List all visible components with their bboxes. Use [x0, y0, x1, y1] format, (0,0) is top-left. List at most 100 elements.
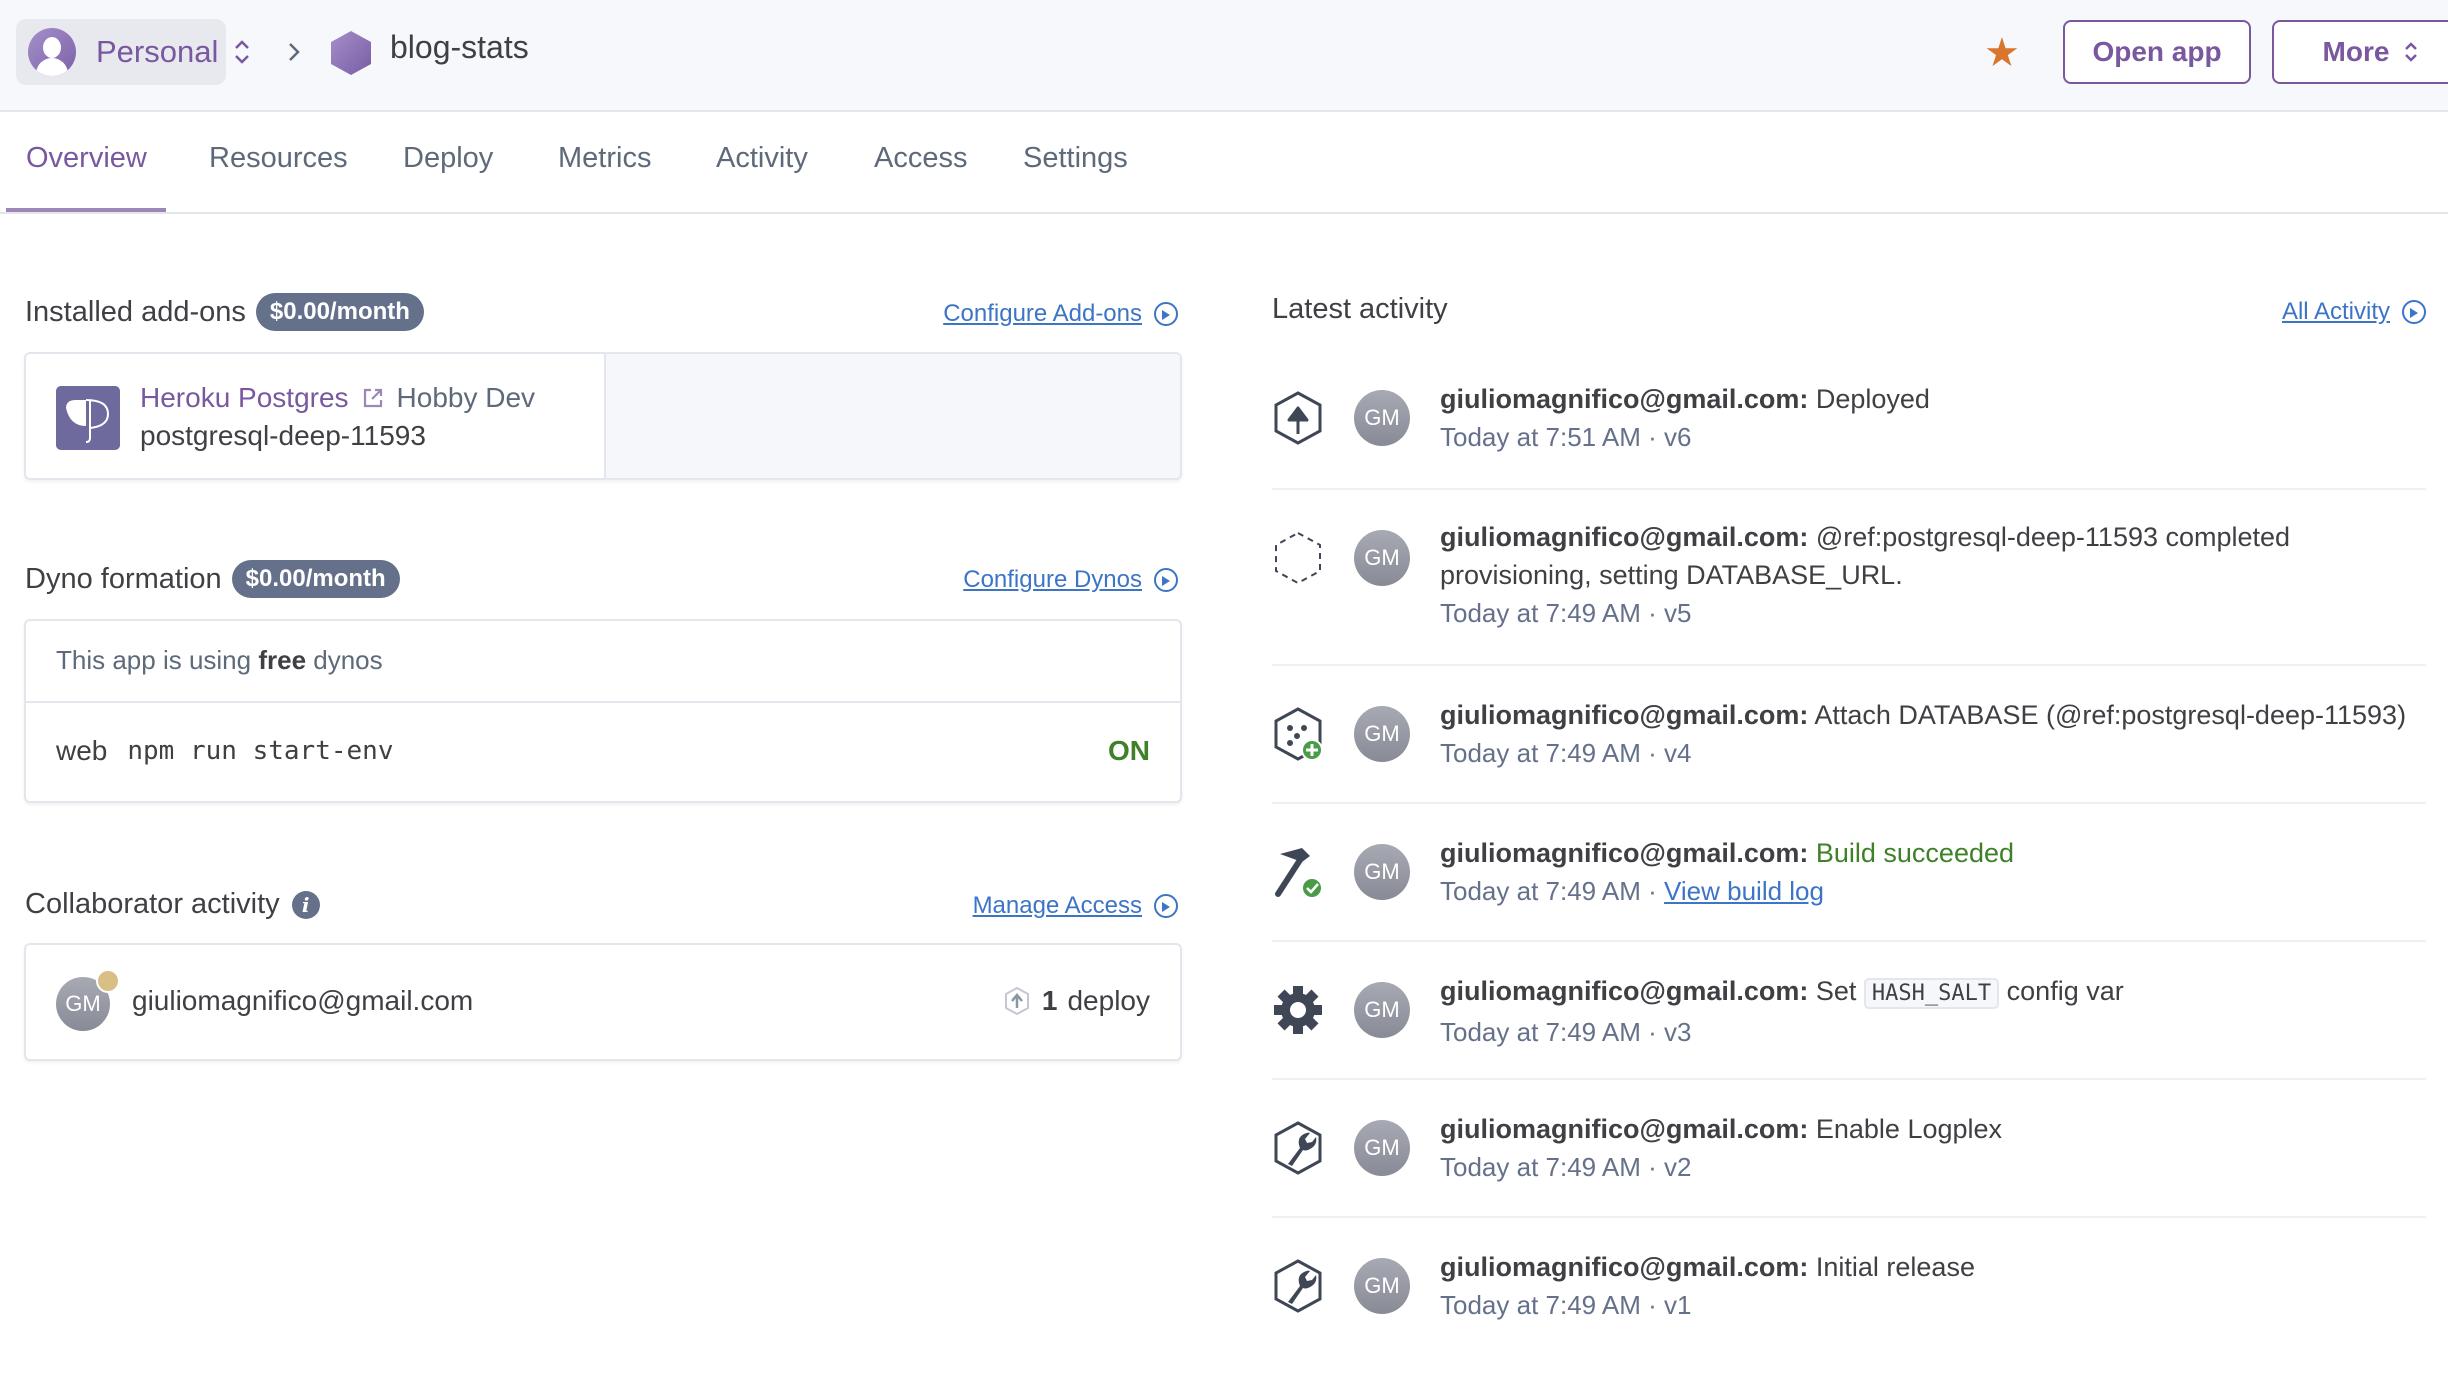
user-avatar: GM: [1354, 982, 1410, 1038]
chevron-updown-icon[interactable]: [232, 34, 252, 70]
manage-access-link[interactable]: Manage Access: [973, 892, 1178, 920]
manage-access-label: Manage Access: [972, 892, 1142, 919]
app-nav-tabs: Overview Resources Deploy Metrics Activi…: [0, 112, 2448, 214]
top-bar: Personal blog-stats ★ Open app More: [0, 0, 2448, 112]
activity-time: Today at 7:49 AM: [1440, 1017, 1641, 1047]
account-label: Personal: [96, 34, 219, 69]
tab-settings[interactable]: Settings: [1023, 142, 1128, 175]
tab-resources[interactable]: Resources: [209, 142, 348, 175]
dyno-info-prefix: This app is using: [56, 645, 259, 675]
config-var-chip: HASH_SALT: [1863, 978, 2000, 1009]
user-avatar: GM: [1354, 1120, 1410, 1176]
activity-time: Today at 7:49 AM: [1440, 876, 1641, 906]
tab-activity[interactable]: Activity: [716, 142, 808, 175]
app-name[interactable]: blog-stats: [390, 29, 529, 66]
configure-dynos-link[interactable]: Configure Dynos: [963, 566, 1178, 594]
tab-overview[interactable]: Overview: [26, 142, 147, 175]
favorite-star-icon[interactable]: ★: [1984, 30, 2020, 76]
user-avatar: GM: [1354, 530, 1410, 586]
activity-version: v3: [1664, 1017, 1692, 1047]
activity-user: giuliomagnifico@gmail.com:: [1440, 838, 1809, 868]
meta-separator: ·: [1640, 876, 1665, 906]
breadcrumb-chevron-right-icon: [289, 43, 300, 61]
addon-attach-icon: [1274, 707, 1323, 761]
external-link-icon[interactable]: [361, 386, 385, 410]
collaborator-email: giuliomagnifico@gmail.com: [132, 985, 474, 1016]
deploy-count: 1: [1041, 985, 1058, 1016]
more-button[interactable]: More: [2272, 20, 2448, 84]
activity-text: Build succeeded: [1815, 838, 2015, 868]
user-avatar: GM: [1354, 844, 1410, 900]
activity-item: GM giuliomagnifico@gmail.com: @ref:postg…: [1272, 490, 2426, 666]
tab-deploy[interactable]: Deploy: [403, 142, 493, 175]
dyno-tier-info: This app is using free dynos: [26, 621, 1180, 703]
active-tab-indicator: [6, 208, 166, 212]
dyno-info-tier: free: [258, 645, 307, 675]
meta-separator: ·: [1640, 1290, 1665, 1320]
dyno-status: ON: [1108, 735, 1150, 766]
all-activity-link[interactable]: All Activity: [2282, 298, 2426, 326]
configure-addons-link[interactable]: Configure Add-ons: [943, 300, 1178, 328]
activity-time: Today at 7:49 AM: [1440, 1152, 1641, 1182]
activity-version: v6: [1664, 422, 1692, 452]
deploy-icon: [1004, 986, 1029, 1016]
dyno-row: web npm run start-env ON: [56, 735, 1150, 767]
dynos-price-badge: $0.00/month: [231, 560, 400, 598]
dynos-section-header: Dyno formation $0.00/month: [25, 560, 400, 598]
account-switcher[interactable]: Personal: [16, 19, 226, 85]
chevron-updown-icon: [2405, 42, 2418, 62]
activity-list: GM giuliomagnifico@gmail.com: Deployed T…: [1272, 350, 2426, 1356]
activity-user: giuliomagnifico@gmail.com:: [1440, 1252, 1809, 1282]
provisioning-icon: [1275, 531, 1321, 585]
tab-metrics[interactable]: Metrics: [558, 142, 651, 175]
activity-text: Deployed: [1815, 384, 1930, 414]
meta-separator: ·: [1640, 598, 1665, 628]
collaborators-title: Collaborator activity: [25, 888, 280, 920]
arrow-right-circle-icon: [1154, 894, 1178, 918]
open-app-button[interactable]: Open app: [2063, 20, 2251, 84]
dyno-type: web: [56, 735, 108, 766]
wrench-icon: [1274, 1259, 1322, 1313]
activity-version: v5: [1664, 598, 1692, 628]
activity-item: GM giuliomagnifico@gmail.com: Build succ…: [1272, 804, 2426, 942]
dyno-card: This app is using free dynos web npm run…: [24, 619, 1182, 803]
arrow-right-circle-icon: [2402, 300, 2426, 324]
info-icon[interactable]: i: [291, 890, 320, 919]
dyno-command: npm run start-env: [127, 736, 394, 766]
activity-item: GM giuliomagnifico@gmail.com: Deployed T…: [1272, 350, 2426, 490]
addon-id: postgresql-deep-11593: [140, 420, 426, 451]
activity-user: giuliomagnifico@gmail.com:: [1440, 700, 1809, 730]
dyno-info-suffix: dynos: [306, 645, 383, 675]
collaborators-section-header: Collaborator activity i: [25, 888, 320, 921]
activity-text-suffix: config var: [2006, 976, 2124, 1006]
heroku-postgres-logo-icon: [56, 386, 120, 450]
user-avatar: GM: [1354, 706, 1410, 762]
addon-name-link[interactable]: Heroku Postgres: [140, 382, 349, 414]
activity-user: giuliomagnifico@gmail.com:: [1440, 1114, 1809, 1144]
deploy-icon: [1274, 391, 1322, 445]
personal-avatar-icon: [28, 28, 76, 76]
build-success-icon: [1275, 848, 1323, 899]
activity-item: GM giuliomagnifico@gmail.com: Initial re…: [1272, 1218, 2426, 1356]
user-avatar: GM: [1354, 1258, 1410, 1314]
deploy-unit: deploy: [1067, 985, 1150, 1016]
addon-title-row: Heroku Postgres Hobby Dev: [140, 382, 535, 414]
activity-version: v1: [1664, 1290, 1692, 1320]
view-build-log-link[interactable]: View build log: [1664, 876, 1824, 906]
meta-separator: ·: [1640, 422, 1665, 452]
addons-section-header: Installed add-ons $0.00/month: [25, 293, 424, 331]
activity-text-prefix: Set: [1815, 976, 1857, 1006]
addons-title: Installed add-ons: [25, 295, 246, 328]
all-activity-label: All Activity: [2281, 298, 2390, 325]
addons-card: Heroku Postgres Hobby Dev postgresql-dee…: [24, 352, 1182, 480]
activity-version: v4: [1664, 738, 1692, 768]
activity-text: Initial release: [1815, 1252, 1975, 1282]
open-app-label: Open app: [2092, 36, 2222, 67]
owner-crown-icon: [96, 969, 120, 993]
activity-text: Attach DATABASE (@ref:postgresql-deep-11…: [1814, 700, 2407, 730]
meta-separator: ·: [1640, 738, 1665, 768]
activity-title: Latest activity: [1272, 293, 1448, 325]
tab-access[interactable]: Access: [874, 142, 967, 175]
activity-item: GM giuliomagnifico@gmail.com: Set HASH_S…: [1272, 942, 2426, 1080]
user-avatar: GM: [1354, 390, 1410, 446]
